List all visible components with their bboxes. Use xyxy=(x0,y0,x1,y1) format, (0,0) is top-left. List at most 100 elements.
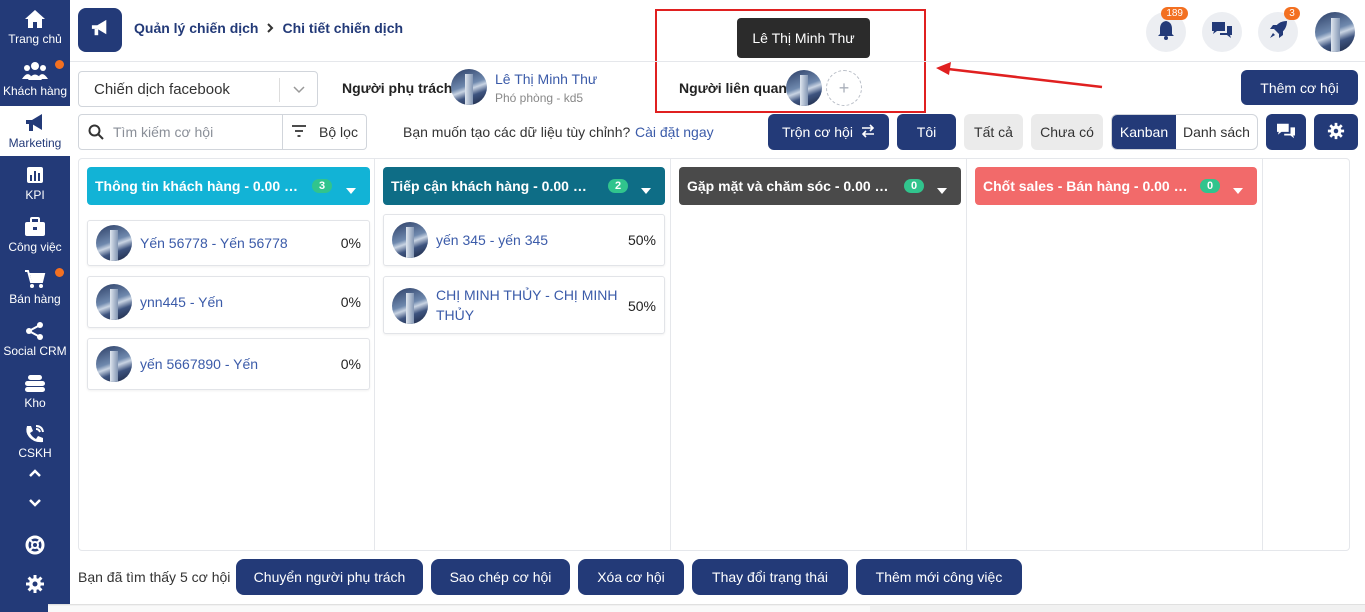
card-name[interactable]: yến 345 - yến 345 xyxy=(436,230,548,250)
campaign-select-value: Chiến dịch facebook xyxy=(94,80,230,98)
chat-button[interactable] xyxy=(1266,114,1306,150)
card-avatar xyxy=(96,225,132,261)
sidebar-item-home[interactable]: Trang chủ xyxy=(0,2,70,52)
sidebar-item-marketing[interactable]: Marketing xyxy=(0,106,70,156)
sidebar-item-customers[interactable]: Khách hàng xyxy=(0,54,70,104)
list-view-button[interactable]: Danh sách xyxy=(1176,115,1257,149)
sidebar-item-warehouse[interactable]: Kho xyxy=(0,366,70,416)
user-avatar[interactable] xyxy=(1315,12,1355,52)
kanban-column: Chốt sales - Bán hàng - 0.00 VNĐ 0 xyxy=(966,158,1262,551)
none-filter-button[interactable]: Chưa có xyxy=(1031,114,1103,150)
owner-avatar[interactable] xyxy=(451,69,487,105)
merge-opportunities-button[interactable]: Trộn cơ hội xyxy=(768,114,889,150)
megaphone-icon xyxy=(90,19,110,42)
card-progress: 50% xyxy=(627,232,656,248)
column-title: Tiếp cận khách hàng - 0.00 VNĐ xyxy=(391,178,596,194)
add-task-button[interactable]: Thêm mới công việc xyxy=(856,559,1022,595)
share-icon xyxy=(25,320,45,342)
phone-icon xyxy=(24,424,46,444)
notifications-button[interactable]: 189 xyxy=(1146,7,1188,52)
marketing-module-button[interactable] xyxy=(78,8,122,52)
opportunity-card[interactable]: yến 345 - yến 345 50% xyxy=(383,214,665,266)
scrollbar-thumb[interactable] xyxy=(48,606,870,612)
card-avatar xyxy=(96,346,132,382)
caret-down-icon xyxy=(346,181,356,197)
notification-badge: 189 xyxy=(1161,7,1188,20)
related-person-avatar[interactable] xyxy=(786,70,822,106)
column-header[interactable]: Tiếp cận khách hàng - 0.00 VNĐ 2 xyxy=(383,167,665,205)
scroll-up-button[interactable] xyxy=(0,460,70,488)
kanban-column: Gặp mặt và chăm sóc - 0.00 VNĐ 0 xyxy=(670,158,966,551)
card-name[interactable]: Yến 56778 - Yến 56778 xyxy=(140,233,288,253)
board-settings-button[interactable] xyxy=(1314,114,1358,150)
settings-button[interactable] xyxy=(0,572,70,600)
sidebar-item-label: Trang chủ xyxy=(8,32,62,46)
campaign-select[interactable]: Chiến dịch facebook xyxy=(78,71,318,107)
lifebuoy-icon xyxy=(25,535,45,560)
column-header[interactable]: Gặp mặt và chăm sóc - 0.00 VNĐ 0 xyxy=(679,167,961,205)
sidebar-item-customer-care[interactable]: CSKH xyxy=(0,418,70,458)
chat-icon xyxy=(1211,20,1233,45)
column-count: 0 xyxy=(904,179,925,193)
sidebar-item-social-crm[interactable]: Social CRM xyxy=(0,314,70,364)
setup-now-link[interactable]: Cài đặt ngay xyxy=(635,124,714,140)
change-status-button[interactable]: Thay đổi trạng thái xyxy=(692,559,848,595)
opportunity-card[interactable]: yến 5667890 - Yến 0% xyxy=(87,338,370,390)
sidebar-item-sales[interactable]: Bán hàng xyxy=(0,262,70,312)
card-progress: 50% xyxy=(627,298,656,314)
results-count: Bạn đã tìm thấy 5 cơ hội xyxy=(78,569,231,585)
sidebar-item-label: KPI xyxy=(25,188,45,202)
change-owner-button[interactable]: Chuyển người phụ trách xyxy=(236,559,423,595)
sidebar-item-kpi[interactable]: KPI xyxy=(0,158,70,208)
scroll-down-button[interactable] xyxy=(0,490,70,518)
opportunity-card[interactable]: CHỊ MINH THỦY - CHỊ MINH THỦY 50% xyxy=(383,276,665,334)
search-input[interactable]: Tìm kiếm cơ hội xyxy=(113,124,282,140)
copy-opportunity-button[interactable]: Sao chép cơ hội xyxy=(431,559,570,595)
add-related-person-button[interactable]: + xyxy=(826,70,862,106)
header-divider xyxy=(70,61,1365,62)
search-icon xyxy=(79,124,113,140)
sidebar-item-tasks[interactable]: Công việc xyxy=(0,210,70,260)
opportunity-card[interactable]: Yến 56778 - Yến 56778 0% xyxy=(87,220,370,266)
column-header[interactable]: Thông tin khách hàng - 0.00 VNĐ 3 xyxy=(87,167,370,205)
card-name[interactable]: ynn445 - Yến xyxy=(140,292,223,312)
delete-opportunity-button[interactable]: Xóa cơ hội xyxy=(578,559,684,595)
me-filter-button[interactable]: Tôi xyxy=(897,114,956,150)
owner-name[interactable]: Lê Thị Minh Thư xyxy=(495,71,597,87)
swap-icon xyxy=(861,123,875,141)
card-name[interactable]: yến 5667890 - Yến xyxy=(140,354,258,374)
chevron-down-icon xyxy=(28,495,42,513)
rocket-icon xyxy=(1268,20,1288,45)
sidebar-item-label: Khách hàng xyxy=(2,84,68,98)
all-filter-button[interactable]: Tất cả xyxy=(964,114,1023,150)
filter-button[interactable]: Bộ lọc xyxy=(282,114,366,150)
home-icon xyxy=(24,8,46,30)
plus-icon: + xyxy=(838,77,850,98)
sidebar: Trang chủ Khách hàng Marketing KPI Công … xyxy=(0,0,70,612)
support-button[interactable] xyxy=(0,533,70,561)
briefcase-icon xyxy=(24,216,46,238)
card-name[interactable]: CHỊ MINH THỦY - CHỊ MINH THỦY xyxy=(436,285,621,325)
custom-data-question: Bạn muốn tạo các dữ liệu tùy chỉnh? xyxy=(403,124,631,140)
add-opportunity-button[interactable]: Thêm cơ hội xyxy=(1241,70,1358,105)
cart-icon xyxy=(24,268,46,290)
horizontal-scrollbar[interactable] xyxy=(48,604,1365,612)
column-count: 0 xyxy=(1200,179,1221,193)
column-title: Chốt sales - Bán hàng - 0.00 VNĐ xyxy=(983,178,1188,194)
sidebar-item-label: Marketing xyxy=(8,136,62,150)
column-title: Gặp mặt và chăm sóc - 0.00 VNĐ xyxy=(687,178,892,194)
owner-role: Phó phòng - kd5 xyxy=(495,91,584,105)
owner-label: Người phụ trách xyxy=(342,80,453,96)
updates-badge: 3 xyxy=(1284,7,1300,20)
messages-button[interactable] xyxy=(1202,12,1242,52)
breadcrumb-campaign-detail: Chi tiết chiến dịch xyxy=(282,20,404,36)
breadcrumb-campaign-management[interactable]: Quản lý chiến dịch xyxy=(134,20,258,36)
updates-button[interactable]: 3 xyxy=(1258,7,1300,52)
sidebar-item-label: Kho xyxy=(24,396,46,410)
kanban-view-button[interactable]: Kanban xyxy=(1112,115,1176,149)
caret-down-icon xyxy=(641,181,651,197)
column-header[interactable]: Chốt sales - Bán hàng - 0.00 VNĐ 0 xyxy=(975,167,1257,205)
sidebar-item-label: Công việc xyxy=(8,240,62,254)
opportunity-card[interactable]: ynn445 - Yến 0% xyxy=(87,276,370,328)
breadcrumb: Quản lý chiến dịch Chi tiết chiến dịch xyxy=(134,20,403,36)
